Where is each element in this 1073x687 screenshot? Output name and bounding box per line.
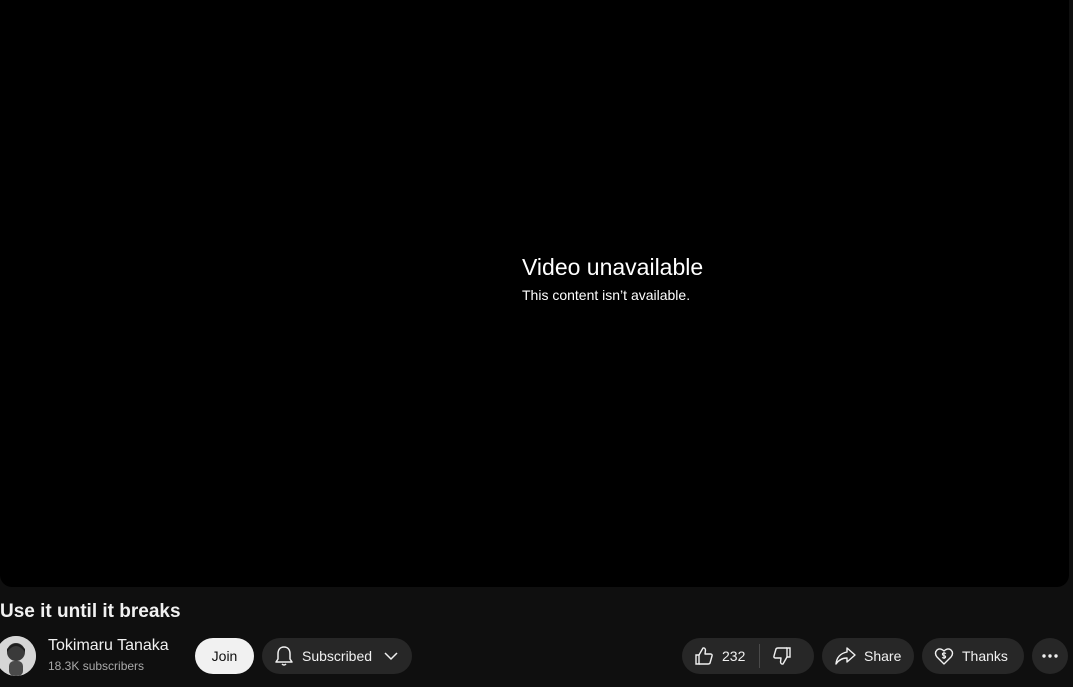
thumbs-down-icon[interactable] — [772, 646, 792, 666]
channel-avatar[interactable] — [0, 636, 36, 676]
join-button[interactable]: Join — [195, 638, 254, 674]
like-count[interactable]: 232 — [722, 648, 745, 664]
subscribed-button[interactable]: Subscribed — [262, 638, 412, 674]
thanks-button[interactable]: Thanks — [922, 638, 1024, 674]
share-button[interactable]: Share — [822, 638, 914, 674]
chevron-down-icon — [384, 651, 398, 661]
more-actions-button[interactable] — [1032, 638, 1068, 674]
subscriber-count: 18.3K subscribers — [48, 659, 145, 673]
bell-icon — [274, 645, 294, 667]
error-title: Video unavailable — [522, 254, 704, 280]
subscribed-label: Subscribed — [302, 648, 373, 664]
error-message: This content isn’t available. — [522, 287, 691, 303]
video-player[interactable]: Video unavailable This content isn’t ava… — [0, 0, 1069, 587]
avatar-image — [0, 636, 36, 676]
share-label: Share — [864, 648, 902, 664]
thumbs-up-icon[interactable] — [694, 646, 714, 666]
like-dislike-bar: 232 — [682, 638, 814, 674]
more-horizontal-icon — [1041, 653, 1059, 659]
share-arrow-icon — [834, 646, 856, 666]
video-title: Use it until it breaks — [0, 601, 181, 622]
like-divider — [759, 644, 761, 668]
heart-dollar-icon — [934, 646, 954, 666]
thanks-label: Thanks — [962, 648, 1008, 664]
channel-name[interactable]: Tokimaru Tanaka — [48, 637, 169, 655]
unavailable-message: Video unavailable This content isn’t ava… — [522, 252, 703, 303]
